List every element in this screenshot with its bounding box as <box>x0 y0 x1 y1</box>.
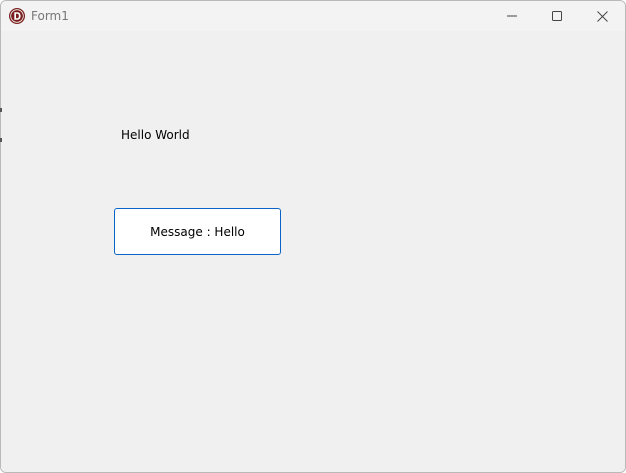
message-button-label: Message : Hello <box>150 224 245 239</box>
hello-world-label: Hello World <box>121 128 190 142</box>
application-window: Form1 Hello World Message: Hello <box>0 0 626 473</box>
maximize-icon <box>552 11 562 21</box>
edge-artifact <box>0 108 2 112</box>
maximize-button[interactable] <box>534 1 580 31</box>
form-client-area: Hello World Message : Hello <box>1 31 625 472</box>
close-button[interactable] <box>579 1 625 31</box>
window-title: Form1 <box>31 9 69 23</box>
message-button[interactable]: Message : Hello <box>114 208 281 255</box>
edge-artifact <box>0 138 2 142</box>
minimize-icon <box>507 11 517 21</box>
close-icon <box>596 10 608 22</box>
minimize-button[interactable] <box>489 1 535 31</box>
title-bar[interactable]: Form1 <box>1 1 625 31</box>
delphi-d-icon <box>9 8 25 24</box>
